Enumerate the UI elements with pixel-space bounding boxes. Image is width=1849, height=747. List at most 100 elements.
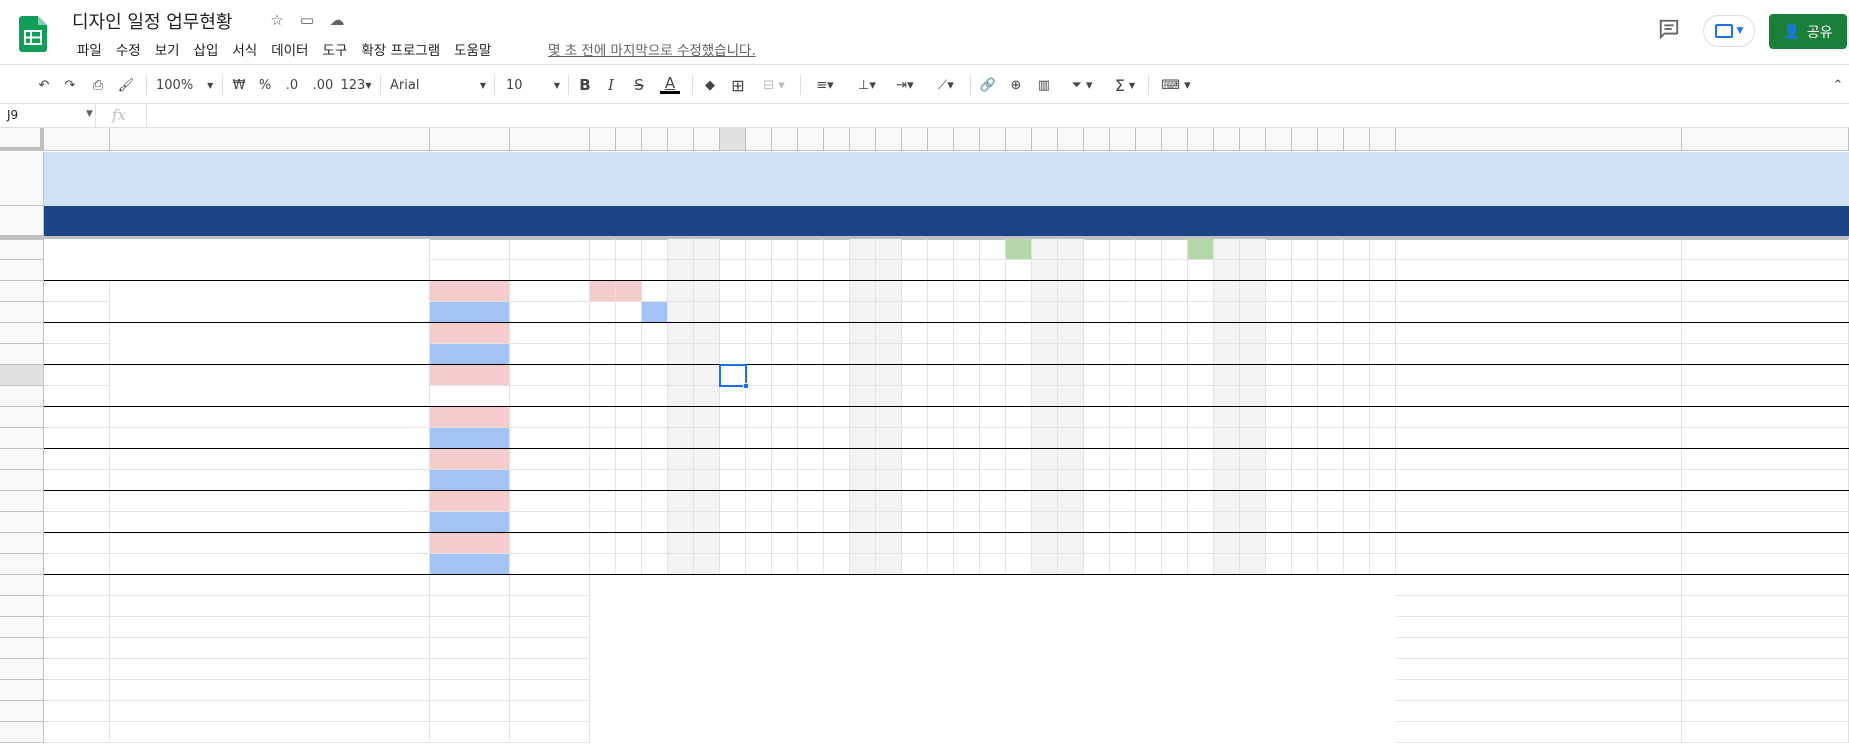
cell[interactable] xyxy=(1370,407,1396,428)
cell[interactable] xyxy=(850,554,876,575)
cell[interactable] xyxy=(1006,449,1032,470)
cell[interactable] xyxy=(1136,239,1162,260)
cell[interactable] xyxy=(850,302,876,323)
cell[interactable] xyxy=(1344,449,1370,470)
cell[interactable] xyxy=(980,260,1006,281)
column-header-J[interactable] xyxy=(720,128,746,151)
column-header-P[interactable] xyxy=(876,128,902,151)
cell[interactable] xyxy=(1188,701,1214,722)
row-header-16[interactable] xyxy=(0,512,44,533)
cell[interactable] xyxy=(668,701,694,722)
cell[interactable] xyxy=(694,491,720,512)
cell[interactable] xyxy=(798,575,824,596)
cell[interactable] xyxy=(590,701,616,722)
cell[interactable] xyxy=(902,722,928,743)
cell[interactable] xyxy=(772,491,798,512)
cell[interactable] xyxy=(928,617,954,638)
cell[interactable] xyxy=(1318,575,1344,596)
cell[interactable] xyxy=(1006,491,1032,512)
cell[interactable] xyxy=(1682,365,1849,386)
cell[interactable] xyxy=(980,386,1006,407)
cell[interactable] xyxy=(1058,659,1084,680)
cell[interactable] xyxy=(746,575,772,596)
cell[interactable] xyxy=(1396,386,1682,407)
spreadsheet-grid[interactable] xyxy=(0,128,1849,747)
cell[interactable] xyxy=(1162,281,1188,302)
column-header-T[interactable] xyxy=(980,128,1006,151)
cell[interactable] xyxy=(510,491,590,512)
row-header-1[interactable] xyxy=(0,152,44,206)
cell[interactable] xyxy=(1058,428,1084,449)
cell[interactable] xyxy=(772,428,798,449)
cell[interactable] xyxy=(1292,302,1318,323)
cell[interactable] xyxy=(694,533,720,554)
cell[interactable] xyxy=(1110,617,1136,638)
field-coding-empty[interactable] xyxy=(430,512,510,533)
cell[interactable] xyxy=(1682,722,1849,743)
row-header-13[interactable] xyxy=(0,449,44,470)
functions-button[interactable]: Σ ▼ xyxy=(1108,73,1142,97)
cell[interactable] xyxy=(1318,449,1344,470)
cell[interactable] xyxy=(1006,554,1032,575)
cell[interactable] xyxy=(616,554,642,575)
cell[interactable] xyxy=(616,470,642,491)
cell[interactable] xyxy=(1318,323,1344,344)
cell[interactable] xyxy=(980,365,1006,386)
cell[interactable] xyxy=(1110,470,1136,491)
cell[interactable] xyxy=(642,680,668,701)
row-header-7[interactable] xyxy=(0,323,44,344)
cell[interactable] xyxy=(1214,554,1240,575)
cell[interactable] xyxy=(772,470,798,491)
cell[interactable] xyxy=(1162,701,1188,722)
cell[interactable] xyxy=(44,323,110,344)
cell[interactable] xyxy=(1396,260,1682,281)
cell[interactable] xyxy=(694,470,720,491)
cell[interactable] xyxy=(1006,512,1032,533)
cell[interactable] xyxy=(1682,344,1849,365)
cell[interactable] xyxy=(850,281,876,302)
cell[interactable] xyxy=(1240,617,1266,638)
cell[interactable] xyxy=(1370,281,1396,302)
cell[interactable] xyxy=(1136,302,1162,323)
cell[interactable] xyxy=(1162,323,1188,344)
cell[interactable] xyxy=(1682,428,1849,449)
cell[interactable] xyxy=(1292,239,1318,260)
cell[interactable] xyxy=(694,722,720,743)
cell[interactable] xyxy=(902,323,928,344)
cell[interactable] xyxy=(1292,449,1318,470)
cell[interactable] xyxy=(954,659,980,680)
cell[interactable] xyxy=(798,344,824,365)
column-header-AG[interactable] xyxy=(1318,128,1344,151)
cell[interactable] xyxy=(850,512,876,533)
cell[interactable] xyxy=(44,428,110,449)
cell[interactable] xyxy=(1110,596,1136,617)
cell[interactable] xyxy=(824,554,850,575)
cell[interactable] xyxy=(1240,638,1266,659)
cell[interactable] xyxy=(1318,281,1344,302)
row-header-20[interactable] xyxy=(0,596,44,617)
row-header-8[interactable] xyxy=(0,344,44,365)
column-header-X[interactable] xyxy=(1084,128,1110,151)
cell[interactable] xyxy=(824,512,850,533)
cell[interactable] xyxy=(1188,638,1214,659)
cell[interactable] xyxy=(772,512,798,533)
cell[interactable] xyxy=(928,323,954,344)
cell[interactable] xyxy=(590,722,616,743)
cell[interactable] xyxy=(824,701,850,722)
cell[interactable] xyxy=(1682,260,1849,281)
bold-button[interactable]: B xyxy=(576,73,594,97)
cell[interactable] xyxy=(694,323,720,344)
column-header-AE[interactable] xyxy=(1266,128,1292,151)
cell[interactable] xyxy=(954,239,980,260)
menu-file[interactable]: 파일 xyxy=(70,39,109,59)
cell[interactable] xyxy=(1032,365,1058,386)
cell[interactable] xyxy=(1058,617,1084,638)
cell[interactable] xyxy=(902,386,928,407)
cell[interactable] xyxy=(1240,512,1266,533)
cell[interactable] xyxy=(902,449,928,470)
cell[interactable] xyxy=(1084,701,1110,722)
cell[interactable] xyxy=(110,470,430,491)
row-header-17[interactable] xyxy=(0,533,44,554)
cell[interactable] xyxy=(954,575,980,596)
cell[interactable] xyxy=(1266,302,1292,323)
